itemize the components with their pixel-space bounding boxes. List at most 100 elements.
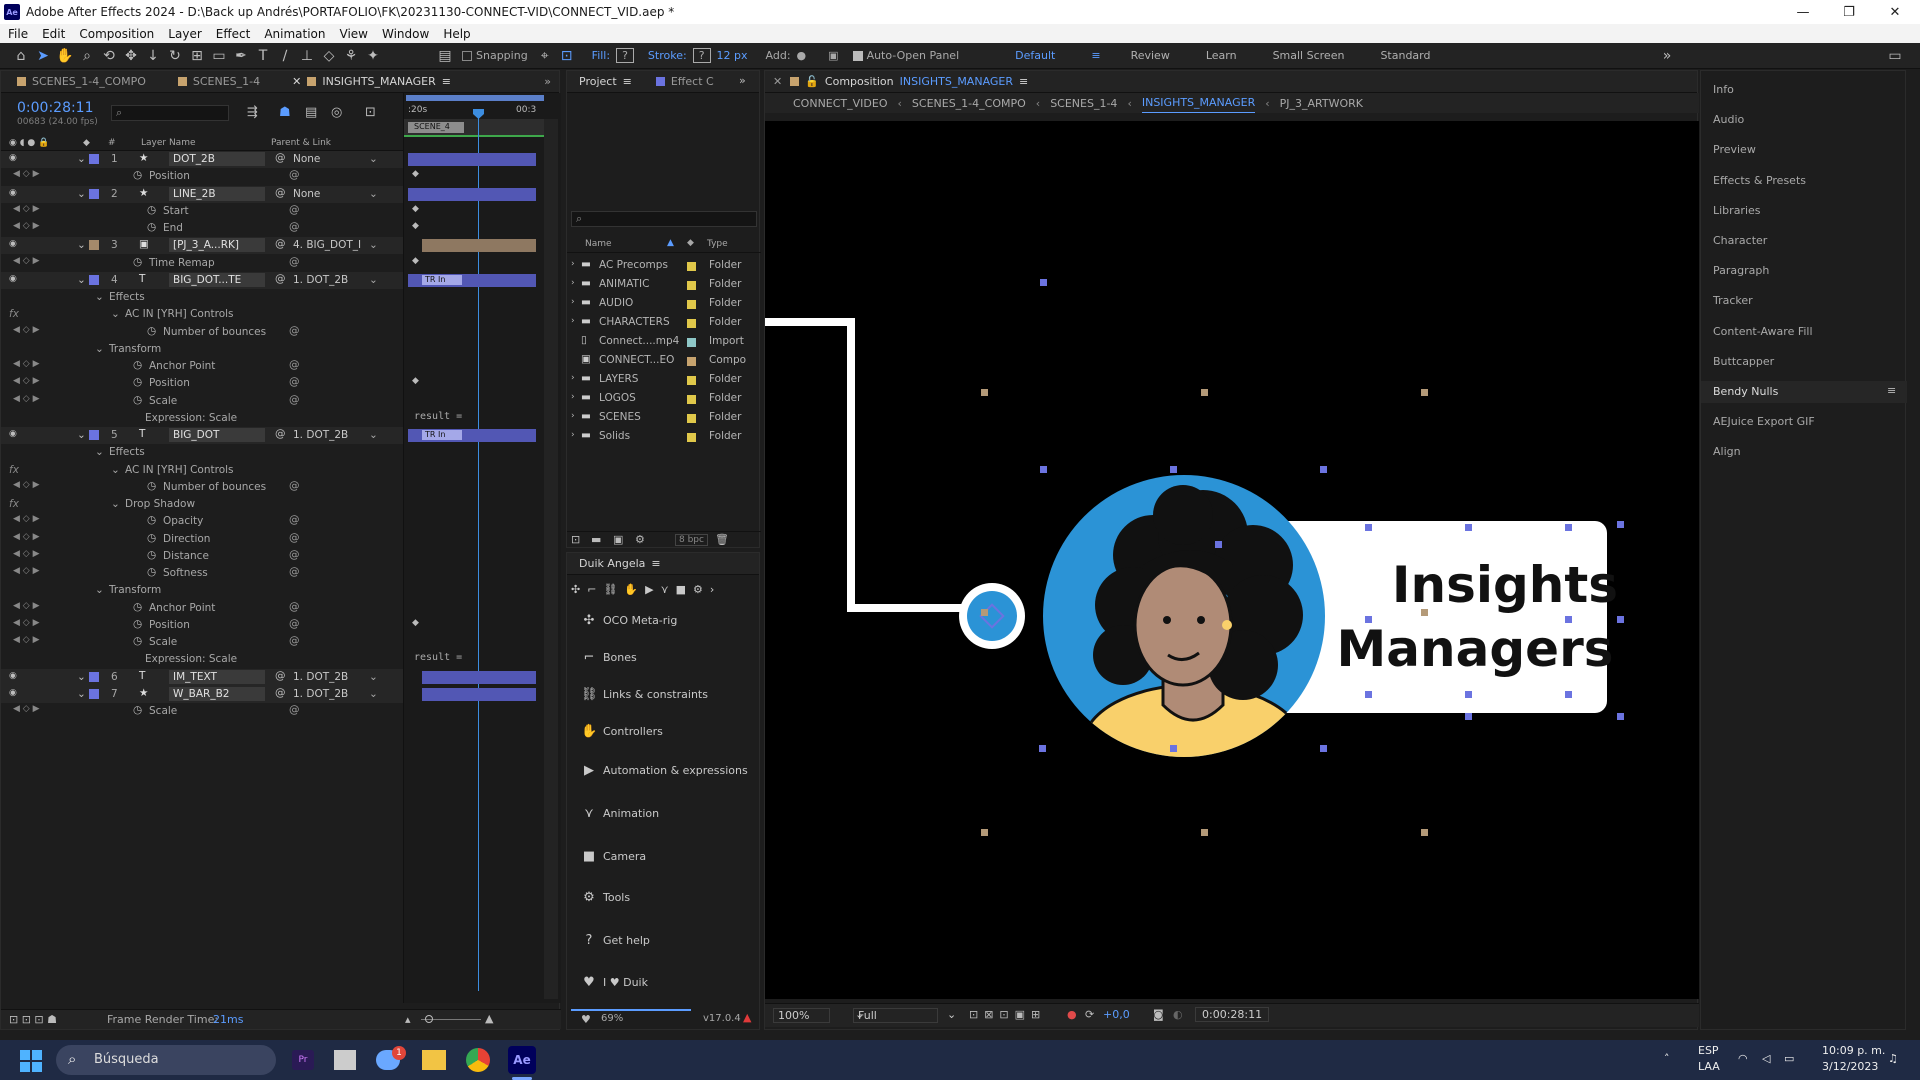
pickwhip-icon[interactable]: @: [275, 670, 286, 682]
layer-row[interactable]: ◉ ⌄ 7 ★ W_BAR_B2 @1. DOT_2B ⌄: [1, 685, 403, 703]
transform-handle[interactable]: [1617, 713, 1624, 720]
show-snapshot-icon[interactable]: ◐: [1173, 1008, 1183, 1021]
duik-play-icon[interactable]: ▶: [645, 583, 653, 601]
group-chevron-icon[interactable]: ⌄: [95, 291, 104, 303]
parent-column-header[interactable]: Parent & Link: [271, 138, 331, 148]
duik-camera-icon[interactable]: ■: [676, 583, 686, 601]
group-chevron-icon[interactable]: ⌄: [111, 498, 120, 510]
puppet-tool-icon[interactable]: ✦: [362, 45, 384, 67]
keyframe-nav-icon[interactable]: ◀ ◇ ▶: [13, 514, 40, 524]
panel-content-aware-fill[interactable]: Content-Aware Fill: [1701, 321, 1907, 343]
transform-handle[interactable]: [1565, 691, 1572, 698]
notification-bell-icon[interactable]: ♫: [1888, 1052, 1898, 1065]
bounding-handle[interactable]: [1421, 389, 1428, 396]
parent-select[interactable]: None: [293, 187, 377, 201]
project-item-label[interactable]: [687, 338, 696, 347]
property-row[interactable]: Expression: Scale: [1, 410, 403, 427]
visibility-eye-icon[interactable]: ◉: [9, 154, 19, 163]
bounding-handle[interactable]: [981, 829, 988, 836]
project-item[interactable]: › ▬ LAYERS Folder: [567, 371, 761, 390]
property-row[interactable]: ◀ ◇ ▶ ◷ Start @: [1, 203, 403, 220]
property-row[interactable]: ◀ ◇ ▶ ◷ Position @: [1, 168, 403, 185]
bounding-handle[interactable]: [1201, 829, 1208, 836]
duik-item[interactable]: ✣ OCO Meta-rig: [567, 611, 761, 633]
panel-paragraph[interactable]: Paragraph: [1701, 260, 1907, 282]
property-pickwhip-icon[interactable]: @: [289, 204, 300, 216]
wifi-icon[interactable]: ◠: [1738, 1052, 1748, 1065]
project-item-label[interactable]: [687, 262, 696, 271]
stopwatch-icon[interactable]: ◷: [133, 359, 142, 371]
property-row[interactable]: fx ⌄ AC IN [YRH] Controls: [1, 306, 403, 323]
transform-handle[interactable]: [1170, 745, 1177, 752]
property-row[interactable]: ⌄ Transform: [1, 582, 403, 599]
comp-menu-icon[interactable]: ≡: [1019, 75, 1028, 88]
stopwatch-icon[interactable]: ◷: [133, 169, 142, 181]
close-tab-icon[interactable]: ✕: [292, 75, 301, 88]
layer-label-color[interactable]: [89, 274, 99, 285]
project-item-label[interactable]: [687, 319, 696, 328]
fx-icon[interactable]: fx: [9, 464, 19, 476]
property-pickwhip-icon[interactable]: @: [289, 394, 300, 406]
duik-tab[interactable]: Duik Angela ≡: [567, 557, 673, 570]
keyframe-nav-icon[interactable]: ◀ ◇ ▶: [13, 256, 40, 266]
duik-more-icon[interactable]: ›: [710, 583, 714, 601]
bendy-nulls-menu-icon[interactable]: ≡: [1887, 384, 1896, 397]
duik-bone-icon[interactable]: ⌐: [587, 583, 596, 601]
transform-handle[interactable]: [1365, 691, 1372, 698]
keyframe-nav-icon[interactable]: ◀ ◇ ▶: [13, 480, 40, 490]
layer-name[interactable]: LINE_2B: [169, 186, 265, 201]
snap-icon[interactable]: ⌖: [534, 45, 556, 67]
property-row[interactable]: fx ⌄ Drop Shadow: [1, 496, 403, 513]
volume-icon[interactable]: ◁: [1762, 1052, 1770, 1065]
transform-handle[interactable]: [1465, 713, 1472, 720]
layer-duration-bar[interactable]: [408, 187, 536, 201]
keyboard-layout[interactable]: LAA: [1698, 1060, 1720, 1073]
layer-row[interactable]: ◉ ⌄ 3 ▣ [PJ_3_A...RK] @4. BIG_DOT_I ⌄: [1, 237, 403, 255]
visibility-eye-icon[interactable]: ◉: [9, 274, 19, 283]
transform-handle[interactable]: [1040, 279, 1047, 286]
zoom-slider-handle[interactable]: [425, 1015, 433, 1023]
composition-viewer[interactable]: Insights Managers: [765, 121, 1699, 999]
duik-item[interactable]: ⋎ Animation: [567, 804, 761, 826]
property-row[interactable]: ⌄ Effects: [1, 444, 403, 461]
timeline-expand-icon[interactable]: »: [544, 75, 559, 88]
menu-edit[interactable]: Edit: [42, 27, 65, 41]
visibility-eye-icon[interactable]: ◉: [9, 240, 19, 249]
keyframe-nav-icon[interactable]: ◀ ◇ ▶: [13, 549, 40, 559]
close-comp-tab-icon[interactable]: ✕: [765, 75, 790, 88]
expression-field[interactable]: result =: [414, 652, 462, 663]
breadcrumb-item[interactable]: PJ_3_ARTWORK: [1280, 97, 1363, 110]
duik-item[interactable]: ▶ Automation & expressions: [567, 761, 761, 783]
brush-tool-icon[interactable]: ∕: [274, 45, 296, 67]
stopwatch-icon[interactable]: ◷: [133, 256, 142, 268]
magnification-select[interactable]: 100%: [773, 1008, 831, 1023]
pen-tool-icon[interactable]: ✒: [230, 45, 252, 67]
timeline-tab-insights_manager[interactable]: ✕ INSIGHTS_MANAGER ≡: [276, 75, 467, 88]
keyframe-icon[interactable]: ◆: [412, 169, 419, 179]
breadcrumb-item[interactable]: INSIGHTS_MANAGER: [1141, 93, 1256, 113]
keyframe-nav-icon[interactable]: ◀ ◇ ▶: [13, 376, 40, 386]
project-settings-icon[interactable]: ⚙: [635, 533, 645, 546]
property-pickwhip-icon[interactable]: @: [289, 169, 300, 181]
layer-label-color[interactable]: [89, 240, 99, 251]
property-row[interactable]: ◀ ◇ ▶ ◷ Distance @: [1, 548, 403, 565]
timeline-scrollbar[interactable]: [544, 119, 558, 999]
channel-icon[interactable]: ●: [1067, 1008, 1077, 1021]
menu-composition[interactable]: Composition: [79, 27, 154, 41]
resolution-chevron-icon[interactable]: ⌄: [947, 1008, 956, 1021]
property-pickwhip-icon[interactable]: @: [289, 566, 300, 578]
layer-label-color[interactable]: [89, 154, 99, 164]
stopwatch-icon[interactable]: ◷: [147, 514, 156, 526]
shy-icon[interactable]: ▤: [305, 105, 317, 120]
layer-row[interactable]: ◉ ⌄ 4 T BIG_DOT...TE @1. DOT_2B ⌄: [1, 271, 403, 289]
project-search-input[interactable]: ⌕: [571, 211, 757, 227]
property-pickwhip-icon[interactable]: @: [289, 256, 300, 268]
clock-date[interactable]: 3/12/2023: [1822, 1060, 1878, 1073]
duik-item[interactable]: ⛓ Links & constraints: [567, 685, 761, 707]
bpc-button[interactable]: 8 bpc: [675, 534, 708, 546]
work-area-marker[interactable]: SCENE_4: [408, 122, 464, 133]
parent-chevron-icon[interactable]: ⌄: [369, 671, 378, 683]
keyframe-nav-icon[interactable]: ◀ ◇ ▶: [13, 394, 40, 404]
workspace-review[interactable]: Review: [1131, 49, 1170, 62]
panel-aejuice-export-gif[interactable]: AEJuice Export GIF: [1701, 411, 1907, 433]
